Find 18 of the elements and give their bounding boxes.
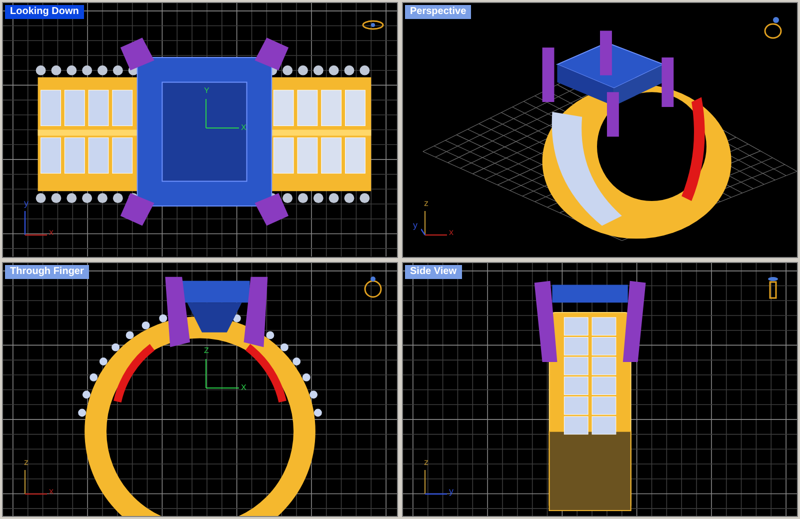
viewport-title[interactable]: Looking Down bbox=[5, 5, 84, 19]
axis-label: y bbox=[24, 198, 28, 208]
axis-label: X bbox=[241, 124, 246, 132]
axis-label: x bbox=[449, 228, 454, 236]
viewport[interactable]: Through Finger Z X z x bbox=[2, 262, 398, 517]
origin-axes-icon bbox=[205, 99, 239, 129]
axis-label: Y bbox=[204, 87, 210, 95]
axis-label: z bbox=[24, 458, 28, 467]
axis-label: x bbox=[49, 487, 54, 496]
axis-label: z bbox=[424, 198, 428, 208]
axis-label: y bbox=[413, 220, 418, 230]
viewport[interactable]: Side View z y bbox=[402, 262, 798, 517]
origin-axes-icon bbox=[205, 358, 239, 388]
viewport[interactable]: Perspective z y x bbox=[402, 2, 798, 258]
axis-label: y bbox=[449, 487, 454, 496]
axis-label: Z bbox=[204, 346, 209, 354]
axis-label: z bbox=[424, 458, 428, 467]
axis-label: X bbox=[241, 384, 246, 392]
